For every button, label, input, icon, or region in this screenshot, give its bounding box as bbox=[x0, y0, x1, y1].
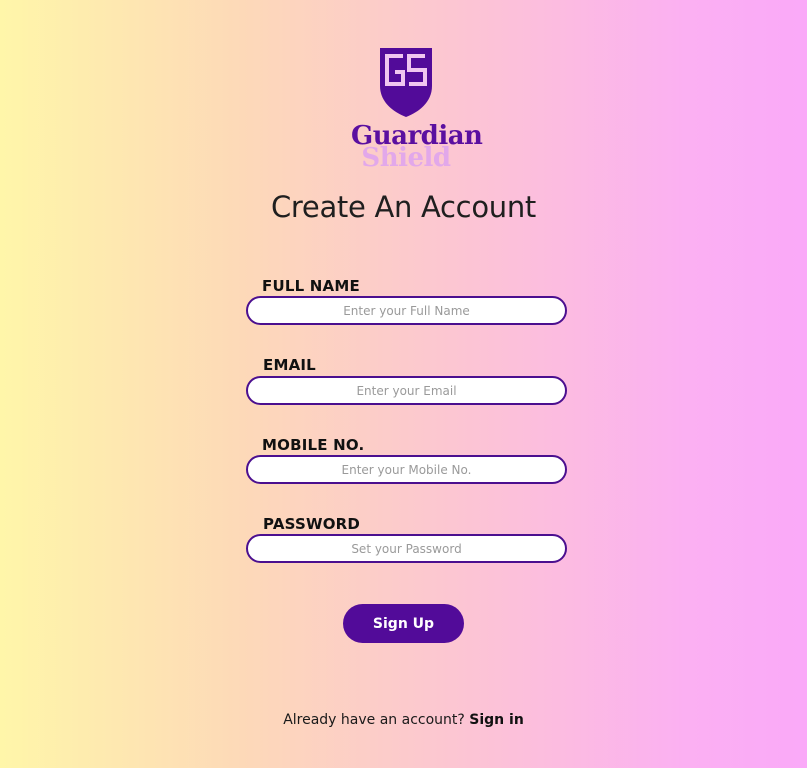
signin-prompt-text: Already have an account? bbox=[283, 712, 465, 728]
sign-in-link[interactable]: Sign in bbox=[469, 712, 524, 728]
signin-prompt: Already have an account? Sign in bbox=[0, 712, 807, 728]
full-name-label: FULL NAME bbox=[262, 277, 360, 295]
page-title: Create An Account bbox=[270, 190, 536, 224]
password-label: PASSWORD bbox=[263, 515, 361, 533]
shield-icon bbox=[380, 48, 432, 117]
full-name-input[interactable] bbox=[246, 296, 567, 325]
sign-up-button[interactable]: Sign Up bbox=[343, 604, 464, 643]
mobile-label: MOBILE NO. bbox=[262, 436, 365, 454]
brand-name-line2: Shield bbox=[361, 143, 451, 173]
mobile-input[interactable] bbox=[246, 455, 567, 484]
email-input[interactable] bbox=[246, 376, 567, 405]
password-input[interactable] bbox=[246, 534, 567, 563]
email-label: EMAIL bbox=[263, 356, 316, 374]
